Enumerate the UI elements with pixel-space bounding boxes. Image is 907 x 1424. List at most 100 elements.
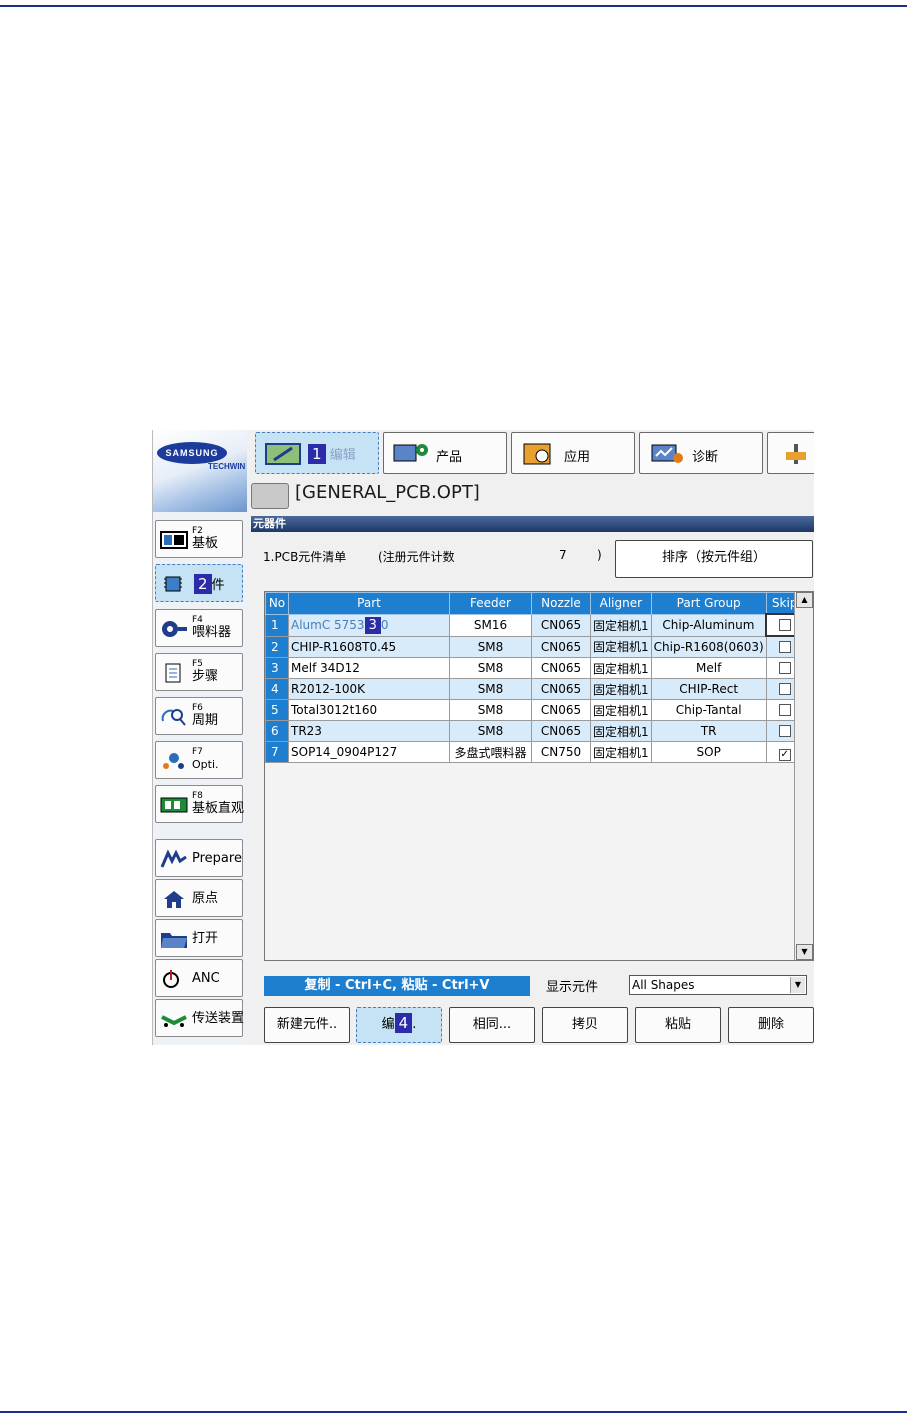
scroll-up-icon[interactable]: ▲	[796, 592, 813, 608]
parts-table: No Part Feeder Nozzle Aligner Part Group…	[265, 592, 805, 763]
application-icon	[523, 443, 551, 465]
sidebar-label: 基板直观	[192, 801, 245, 816]
edit-part-button[interactable]: 编4.	[356, 1007, 442, 1043]
table-row[interactable]: 5 Total3012t160 SM8 CN065 固定相机1 Chip-Tan…	[265, 699, 804, 721]
sort-button[interactable]: 排序（按元件组）	[615, 540, 813, 578]
sidebar-item-conveyor[interactable]: 传送装置	[155, 999, 244, 1037]
row-part: TR23	[288, 720, 450, 742]
samsung-logo: SAMSUNG	[157, 442, 227, 464]
skip-checkbox[interactable]	[778, 703, 791, 716]
paste-button[interactable]: 粘贴	[635, 1007, 721, 1043]
table-row[interactable]: 6 TR23 SM8 CN065 固定相机1 TR	[265, 720, 804, 742]
row-part-group: Chip-Tantal	[650, 699, 767, 721]
table-row[interactable]: 3 Melf 34D12 SM8 CN065 固定相机1 Melf	[265, 657, 804, 679]
sidebar-label: 步骤	[192, 669, 219, 684]
sidebar-item-board[interactable]: F2 基板	[155, 520, 243, 558]
row-part[interactable]: AlumC 5753 3 0	[288, 613, 450, 637]
col-no[interactable]: No	[265, 592, 289, 615]
show-parts-select[interactable]: All Shapes ▼	[629, 975, 807, 995]
table-row[interactable]: 1 AlumC 5753 3 0 SM16 CN065 固定相机1 Chip-Alu…	[265, 613, 805, 637]
tab-label: 产品	[436, 450, 463, 465]
col-part-group[interactable]: Part Group	[650, 592, 767, 615]
row-feeder: SM8	[449, 678, 532, 700]
prepare-icon	[160, 849, 187, 868]
row-part-group: Melf	[650, 657, 767, 679]
row-nozzle: CN065	[531, 657, 591, 679]
sidebar-item-cycle[interactable]: F6 周期	[155, 697, 243, 735]
row-aligner: 固定相机1	[590, 699, 652, 721]
tab-more[interactable]	[767, 432, 814, 474]
edit-part-label: 编	[381, 1017, 395, 1032]
file-bar: [GENERAL_PCB.OPT]	[251, 480, 811, 510]
row-no: 4	[265, 678, 289, 700]
sidebar-label: Opti.	[192, 758, 219, 771]
home-icon	[164, 891, 184, 908]
copy-paste-hint: 复制 - Ctrl+C, 粘贴 - Ctrl+V	[264, 976, 530, 996]
row-part-group: CHIP-Rect	[650, 678, 767, 700]
sidebar-item-origin[interactable]: 原点	[155, 879, 243, 917]
col-part[interactable]: Part	[288, 592, 450, 615]
tab-application[interactable]: 应用	[511, 432, 635, 474]
row-feeder: 多盘式喂料器	[449, 741, 532, 763]
sidebar-key: F6	[192, 703, 203, 713]
grid-scrollbar[interactable]: ▲ ▼	[794, 592, 813, 960]
row-nozzle: CN065	[531, 720, 591, 742]
row-no: 3	[265, 657, 289, 679]
col-feeder[interactable]: Feeder	[449, 592, 532, 615]
row-no: 7	[265, 741, 289, 763]
sidebar-item-opti[interactable]: F7 Opti.	[155, 741, 243, 779]
tool-icon	[786, 444, 806, 464]
row-no: 6	[265, 720, 289, 742]
chevron-down-icon[interactable]: ▼	[790, 977, 805, 993]
sidebar-item-board-view[interactable]: F8 基板直观	[155, 785, 245, 823]
chip-icon	[164, 576, 182, 592]
sidebar-item-feeder[interactable]: F4 喂料器	[155, 609, 243, 647]
row-part: CHIP-R1608T0.45	[288, 635, 450, 658]
skip-checkbox[interactable]	[778, 640, 791, 653]
table-row[interactable]: 4 R2012-100K SM8 CN065 固定相机1 CHIP-Rect	[265, 678, 804, 700]
app-screenshot: SAMSUNG TECHWIN F2 基板 2件 F4 喂料器 F5 步骤 F6…	[152, 430, 814, 1045]
step-badge-1: 1	[308, 444, 326, 464]
table-row[interactable]: 7 SOP14_0904P127 多盘式喂料器 CN750 固定相机1 SOP …	[265, 741, 804, 763]
row-nozzle: CN750	[531, 741, 591, 763]
row-aligner: 固定相机1	[590, 613, 652, 637]
tab-edit[interactable]: 1 编辑	[255, 432, 379, 474]
same-part-button[interactable]: 相同...	[449, 1007, 535, 1043]
skip-checkbox[interactable]: ✓	[778, 748, 791, 761]
skip-checkbox[interactable]	[778, 661, 791, 674]
sidebar-key: F2	[192, 526, 203, 536]
row-nozzle: CN065	[531, 699, 591, 721]
row-feeder: SM16	[449, 613, 532, 637]
board-icon	[160, 531, 188, 549]
tab-label: 应用	[564, 450, 591, 465]
sidebar-item-anc[interactable]: ANC	[155, 959, 243, 997]
delete-button[interactable]: 删除	[728, 1007, 814, 1043]
skip-checkbox[interactable]	[778, 618, 791, 631]
bottom-rule	[0, 1411, 907, 1413]
scroll-down-icon[interactable]: ▼	[796, 944, 813, 960]
sidebar-item-prepare[interactable]: Prepare	[155, 839, 243, 877]
tab-product[interactable]: 产品	[383, 432, 507, 474]
col-nozzle[interactable]: Nozzle	[531, 592, 591, 615]
skip-checkbox[interactable]	[778, 682, 791, 695]
sidebar-key: F5	[192, 659, 203, 669]
sidebar-item-open[interactable]: 打开	[155, 919, 243, 957]
table-row[interactable]: 2 CHIP-R1608T0.45 SM8 CN065 固定相机1 Chip-R…	[265, 635, 804, 658]
sidebar-label: 喂料器	[192, 625, 232, 640]
tab-diagnostics[interactable]: 诊断	[639, 432, 763, 474]
step-badge-2: 2	[194, 574, 212, 594]
row-feeder: SM8	[449, 720, 532, 742]
sidebar-item-steps[interactable]: F5 步骤	[155, 653, 243, 691]
sidebar-item-parts[interactable]: 2件	[155, 564, 243, 602]
row-no: 1	[265, 613, 289, 637]
file-button[interactable]	[251, 483, 289, 509]
new-part-button[interactable]: 新建元件..	[264, 1007, 350, 1043]
copy-button[interactable]: 拷贝	[542, 1007, 628, 1043]
step-badge-3: 3	[364, 616, 381, 634]
file-name: [GENERAL_PCB.OPT]	[295, 482, 480, 503]
col-aligner[interactable]: Aligner	[590, 592, 652, 615]
skip-checkbox[interactable]	[778, 724, 791, 737]
show-parts-label: 显示元件	[546, 980, 599, 995]
row-part: SOP14_0904P127	[288, 741, 450, 763]
product-icon	[393, 444, 428, 462]
